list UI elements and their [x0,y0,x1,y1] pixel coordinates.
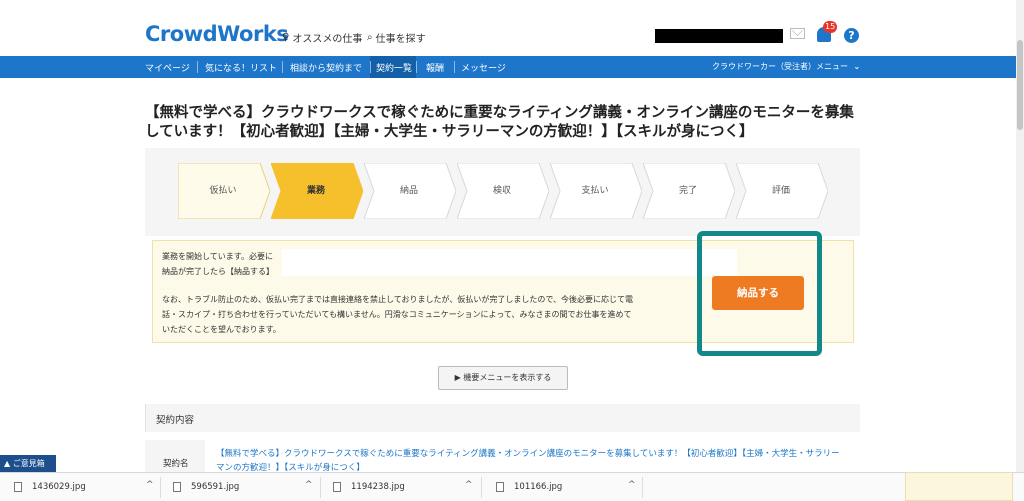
chevron-down-icon: ⌄ [853,62,861,71]
progress-step-label: 業務 [306,186,325,196]
download-bar-panel [905,472,1013,501]
nav-recommended-jobs[interactable]: ♀ オススメの仕事 [282,30,362,45]
download-filename: 1194238.jpg [351,482,405,492]
nav-divider [416,61,417,73]
notification-badge: 15 [823,21,838,33]
download-item[interactable]: 1436029.jpg ^ [14,473,174,501]
show-menu-button[interactable]: ▶ 機要メニューを表示する [438,366,568,390]
notice-line-1: 業務を開始しています。必要に [162,252,273,261]
contract-name-link[interactable]: 【無料で学べる】クラウドワークスで稼ぐために重要なライティング講義・オンライン講… [216,447,856,475]
notice-line-3: なお、トラブル防止のため、仮払い完了までは直接連絡を禁止しておりましたが、仮払い… [162,295,634,304]
image-file-icon [14,482,22,492]
feedback-tab[interactable]: ▲ ご意見箱 [0,455,56,472]
help-icon[interactable]: ? [844,28,859,43]
deliver-button[interactable]: 納品する [712,276,804,310]
progress-step: 支払い [550,163,650,219]
progress-step-label: 納品 [399,186,418,196]
notice-line-5: いただくことを望んでおります。 [162,325,281,334]
image-file-icon [496,482,504,492]
download-divider [642,477,643,498]
chevron-up-icon[interactable]: ^ [305,480,313,490]
contract-name-line-1: 【無料で学べる】クラウドワークスで稼ぐために重要なライティング講義・オンライン講… [216,449,840,459]
download-filename: 101166.jpg [514,482,563,492]
nav-search-label: 仕事を探す [375,34,426,45]
chevron-up-icon[interactable]: ^ [465,480,473,490]
progress-step: 業務 [271,163,371,219]
nav-messages[interactable]: メッセージ [461,61,506,74]
crowdworks-logo[interactable]: CrowdWorks [145,22,289,46]
site-header: CrowdWorks ♀ オススメの仕事 ⌕ 仕事を探す 15 ? [0,0,1024,56]
mail-icon[interactable] [790,28,805,39]
notice-overlay-box [282,249,737,276]
nav-divider [282,61,283,73]
notice-line-4: 話・スカイプ・打ち合わせを行っていただいても構いません。円滑なコミュニケーション… [162,310,632,319]
nav-favorites[interactable]: 気になる！リスト [205,61,277,74]
contract-heading: 契約内容 [156,415,195,426]
download-item[interactable]: 1194238.jpg ^ [333,473,493,501]
progress-step: 完了 [643,163,743,219]
contract-name-label: 契約名 [163,459,189,469]
download-item[interactable]: 101166.jpg ^ [496,473,656,501]
download-divider [481,477,482,498]
nav-recommended-label: オススメの仕事 [292,34,363,45]
download-filename: 596591.jpg [191,482,240,492]
progress-step-label: 完了 [678,186,697,196]
search-icon: ⌕ [367,32,373,43]
progress-step: 納品 [364,163,464,219]
progress-step: 検収 [457,163,557,219]
nav-consult-to-contract[interactable]: 相談から契約まで [290,61,362,74]
image-file-icon [333,482,341,492]
progress-step: 評価 [736,163,836,219]
nav-rewards[interactable]: 報酬 [426,61,444,74]
nav-contracts[interactable]: 契約一覧 [376,61,412,74]
nav-divider [454,61,455,73]
download-item[interactable]: 596591.jpg ^ [173,473,333,501]
main-navbar: マイページ 気になる！リスト 相談から契約まで 契約一覧 報酬 メッセージ クラ… [0,56,1016,78]
page-scrollbar-thumb[interactable] [1017,40,1023,130]
worker-menu-dropdown[interactable]: クラウドワーカー（受注者）メニュー ⌄ [712,61,860,72]
chevron-up-icon[interactable]: ^ [628,480,636,490]
download-bar: 1436029.jpg ^ 596591.jpg ^ 1194238.jpg ^… [0,472,1024,501]
progress-step-label: 評価 [771,186,790,196]
redacted-username [655,29,783,43]
contract-section-header: 契約内容 [145,404,860,432]
nav-divider [197,61,198,73]
image-file-icon [173,482,181,492]
download-filename: 1436029.jpg [32,482,86,492]
progress-step-label: 仮払い [209,186,237,196]
worker-menu-label: クラウドワーカー（受注者）メニュー [712,62,848,71]
download-divider [160,477,161,498]
nav-divider [370,61,371,73]
job-title: 【無料で学べる】クラウドワークスで稼ぐために重要なライティング講義・オンライン講… [145,105,854,140]
progress-step: 仮払い [178,163,278,219]
nav-mypage[interactable]: マイページ [145,61,190,74]
chevron-up-icon[interactable]: ^ [146,480,154,490]
lightbulb-icon: ♀ [282,32,290,43]
progress-step-label: 検収 [492,186,511,196]
notice-line-2: 納品が完了したら【納品する】 [162,267,274,276]
progress-step-label: 支払い [581,186,609,196]
download-divider [320,477,321,498]
nav-search-jobs[interactable]: ⌕ 仕事を探す [367,30,426,45]
